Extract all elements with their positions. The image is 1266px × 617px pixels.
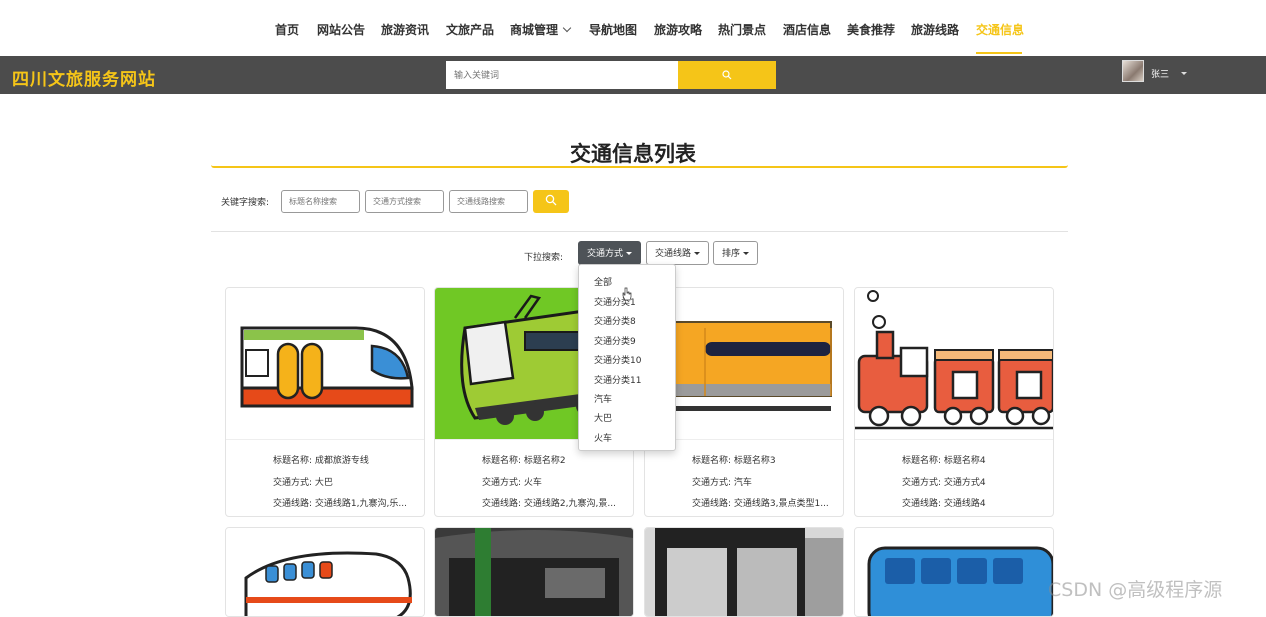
avatar[interactable] bbox=[1122, 60, 1144, 82]
nav-item-announcements[interactable]: 网站公告 bbox=[317, 21, 365, 38]
transport-card[interactable] bbox=[644, 527, 844, 617]
sort-dropdown-label: 排序 bbox=[722, 248, 741, 258]
caret-down-icon bbox=[626, 252, 633, 256]
card-image[interactable] bbox=[226, 528, 424, 616]
transport-card[interactable] bbox=[854, 527, 1054, 617]
bus-photo bbox=[645, 528, 843, 616]
dropdown-option[interactable]: 交通分类10 bbox=[594, 353, 641, 366]
header-bar: 四川文旅服务网站 张三 bbox=[0, 56, 1266, 94]
card-image[interactable] bbox=[855, 528, 1053, 616]
card-mode: 交通方式: 交通方式4 bbox=[902, 478, 986, 488]
watermark: CSDN @高级程序源 bbox=[1048, 579, 1223, 601]
card-title: 标题名称: 成都旅游专线 bbox=[273, 456, 369, 466]
nav-item-culture-products[interactable]: 文旅产品 bbox=[446, 21, 494, 38]
mouse-cursor-icon bbox=[622, 287, 632, 301]
nav-item-travel-news[interactable]: 旅游资讯 bbox=[381, 21, 429, 38]
train-illustration bbox=[226, 288, 424, 439]
dropdown-option[interactable]: 大巴 bbox=[594, 411, 612, 424]
card-title: 标题名称: 标题名称2 bbox=[482, 456, 566, 466]
caret-down-icon[interactable] bbox=[1181, 72, 1187, 75]
dropdown-option[interactable]: 交通分类9 bbox=[594, 334, 636, 347]
transport-card[interactable]: 标题名称: 标题名称4 交通方式: 交通方式4 交通线路: 交通线路4 bbox=[854, 287, 1054, 517]
site-title[interactable]: 四川文旅服务网站 bbox=[12, 65, 156, 90]
card-route: 交通线路: 交通线路2,九寨沟,景... bbox=[482, 499, 616, 509]
card-image[interactable] bbox=[855, 288, 1053, 440]
card-title: 标题名称: 标题名称4 bbox=[902, 456, 986, 466]
card-mode: 交通方式: 大巴 bbox=[273, 478, 333, 488]
transport-card[interactable]: 标题名称: 成都旅游专线 交通方式: 大巴 交通线路: 交通线路1,九寨沟,乐.… bbox=[225, 287, 425, 517]
nav-item-transport[interactable]: 交通信息 bbox=[976, 21, 1024, 38]
bus-photo bbox=[435, 528, 633, 616]
card-route: 交通线路: 交通线路1,九寨沟,乐... bbox=[273, 499, 407, 509]
nav-item-routes[interactable]: 旅游线路 bbox=[911, 21, 959, 38]
dropdown-option[interactable]: 交通分类8 bbox=[594, 314, 636, 327]
top-nav: 首页 网站公告 旅游资讯 文旅产品 商城管理 导航地图 旅游攻略 热门景点 酒店… bbox=[0, 0, 1266, 56]
card-image[interactable] bbox=[226, 288, 424, 440]
bus-illustration bbox=[855, 528, 1053, 616]
card-image[interactable] bbox=[645, 528, 843, 616]
route-dropdown[interactable]: 交通线路 bbox=[646, 241, 710, 265]
dropdown-option[interactable]: 交通分类11 bbox=[594, 373, 641, 386]
dropdown-option[interactable]: 全部 bbox=[594, 275, 612, 288]
route-dropdown-label: 交通线路 bbox=[655, 248, 692, 258]
chevron-down-icon bbox=[562, 23, 572, 33]
mode-dropdown[interactable]: 交通方式 bbox=[578, 241, 642, 265]
mode-dropdown-label: 交通方式 bbox=[587, 248, 624, 258]
nav-item-attractions[interactable]: 热门景点 bbox=[718, 21, 766, 38]
title-search-input[interactable] bbox=[281, 190, 360, 213]
transport-card[interactable] bbox=[225, 527, 425, 617]
nav-active-underline bbox=[976, 52, 1022, 54]
search-input[interactable] bbox=[446, 61, 678, 89]
dropdown-option[interactable]: 汽车 bbox=[594, 392, 612, 405]
route-search-input[interactable] bbox=[449, 190, 528, 213]
dropdown-search-label: 下拉搜索: bbox=[524, 253, 564, 263]
card-route: 交通线路: 交通线路4 bbox=[902, 499, 986, 509]
page-title: 交通信息列表 bbox=[570, 142, 696, 166]
search-icon bbox=[722, 69, 732, 79]
nav-item-home[interactable]: 首页 bbox=[275, 21, 299, 38]
train-illustration bbox=[226, 528, 424, 616]
section-divider bbox=[211, 231, 1068, 232]
title-divider bbox=[211, 165, 1068, 168]
nav-item-guides[interactable]: 旅游攻略 bbox=[654, 21, 702, 38]
keyword-search-label: 关键字搜索: bbox=[221, 198, 270, 208]
sort-dropdown[interactable]: 排序 bbox=[713, 241, 759, 265]
nav-item-mall-label: 商城管理 bbox=[510, 23, 559, 37]
caret-down-icon bbox=[743, 252, 750, 256]
card-route: 交通线路: 交通线路3,景点类型1... bbox=[692, 499, 829, 509]
transport-card[interactable] bbox=[434, 527, 634, 617]
nav-item-hotels[interactable]: 酒店信息 bbox=[783, 21, 831, 38]
dropdown-option[interactable]: 火车 bbox=[594, 431, 612, 444]
card-image[interactable] bbox=[435, 528, 633, 616]
nav-item-mall[interactable]: 商城管理 bbox=[510, 21, 572, 38]
caret-down-icon bbox=[694, 252, 701, 256]
nav-item-food[interactable]: 美食推荐 bbox=[847, 21, 895, 38]
search-button[interactable] bbox=[678, 61, 776, 89]
nav-item-map[interactable]: 导航地图 bbox=[589, 21, 637, 38]
card-title: 标题名称: 标题名称3 bbox=[692, 456, 776, 466]
card-mode: 交通方式: 汽车 bbox=[692, 478, 752, 488]
steam-train-illustration bbox=[855, 288, 1053, 439]
card-mode: 交通方式: 火车 bbox=[482, 478, 542, 488]
mode-search-input[interactable] bbox=[365, 190, 444, 213]
keyword-search-button[interactable] bbox=[533, 190, 569, 213]
search-icon bbox=[545, 194, 557, 206]
username[interactable]: 张三 bbox=[1151, 67, 1169, 80]
